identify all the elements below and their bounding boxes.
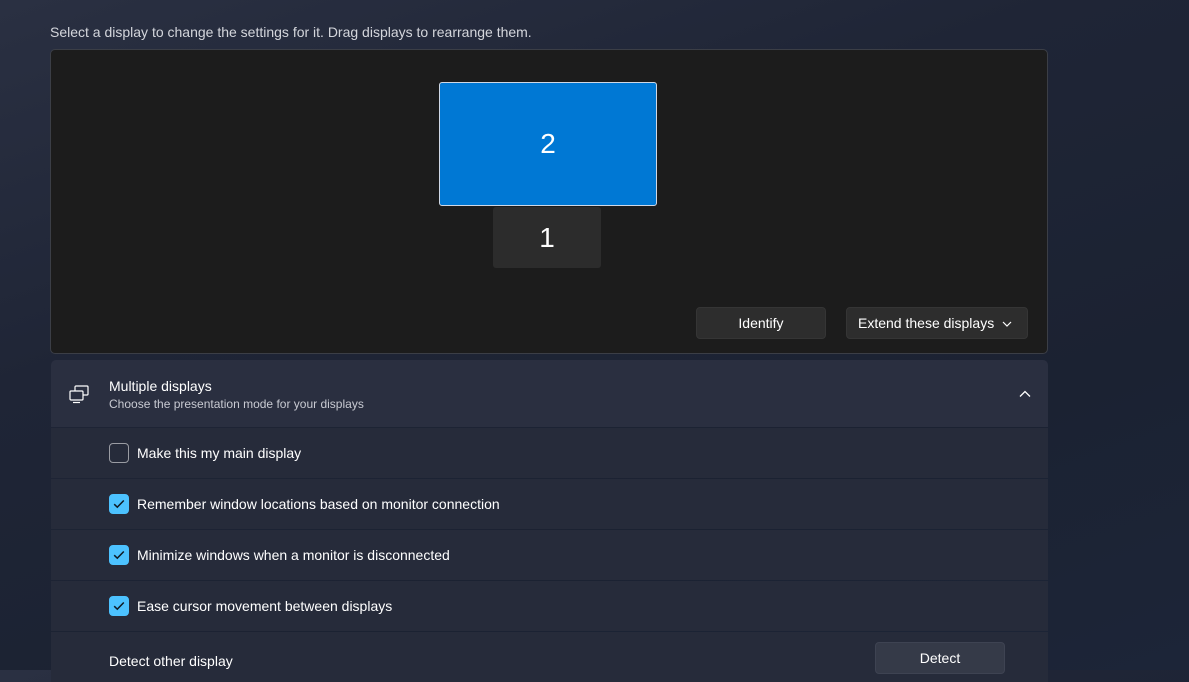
minimize-windows-checkbox[interactable] <box>109 545 129 565</box>
multiple-displays-icon <box>69 385 89 404</box>
checkmark-icon <box>113 550 125 560</box>
option-row-minimize-windows: Minimize windows when a monitor is disco… <box>51 530 1048 580</box>
option-label: Minimize windows when a monitor is disco… <box>137 547 450 563</box>
multiple-displays-header[interactable]: Multiple displays Choose the presentatio… <box>51 360 1048 427</box>
instruction-text: Select a display to change the settings … <box>50 24 532 40</box>
display-mode-select[interactable]: Extend these displays <box>846 307 1028 339</box>
display-1-number: 1 <box>539 221 555 253</box>
multiple-displays-subtitle: Choose the presentation mode for your di… <box>109 397 364 411</box>
display-2-tile[interactable]: 2 <box>439 82 657 206</box>
display-arrangement-panel[interactable]: 2 1 Identify Extend these displays <box>50 49 1048 354</box>
chevron-down-icon <box>1002 321 1012 327</box>
detect-display-label: Detect other display <box>109 653 233 669</box>
main-display-checkbox[interactable] <box>109 443 129 463</box>
checkmark-icon <box>113 499 125 509</box>
detect-button[interactable]: Detect <box>875 642 1005 674</box>
multiple-displays-section: Multiple displays Choose the presentatio… <box>51 360 1048 682</box>
option-row-main-display: Make this my main display <box>51 428 1048 478</box>
ease-cursor-checkbox[interactable] <box>109 596 129 616</box>
display-1-tile[interactable]: 1 <box>493 207 601 268</box>
checkmark-icon <box>113 601 125 611</box>
option-label: Remember window locations based on monit… <box>137 496 500 512</box>
option-label: Make this my main display <box>137 445 302 461</box>
option-row-remember-window: Remember window locations based on monit… <box>51 479 1048 529</box>
display-mode-value: Extend these displays <box>858 315 995 331</box>
identify-button[interactable]: Identify <box>696 307 826 339</box>
display-2-number: 2 <box>540 128 556 159</box>
remember-window-checkbox[interactable] <box>109 494 129 514</box>
multiple-displays-title: Multiple displays <box>109 378 212 394</box>
option-label: Ease cursor movement between displays <box>137 598 393 614</box>
option-row-detect-display: Detect other display Detect <box>51 632 1048 682</box>
option-row-ease-cursor: Ease cursor movement between displays <box>51 581 1048 631</box>
chevron-up-icon[interactable] <box>1018 387 1032 401</box>
